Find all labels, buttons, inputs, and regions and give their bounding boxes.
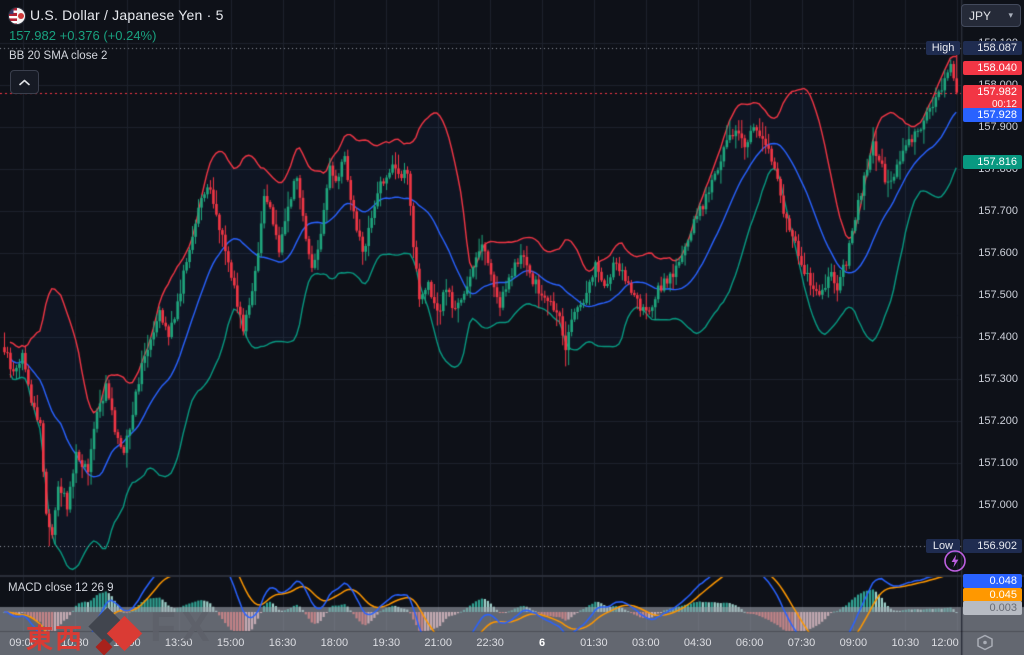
price-tick: 157.200 — [962, 415, 1018, 427]
bb-lower-badge: 157.816 — [963, 155, 1022, 169]
price-tick: 157.400 — [962, 331, 1018, 343]
bb-upper-badge: 158.040 — [963, 61, 1022, 75]
price-tick: 157.000 — [962, 499, 1018, 511]
price-tick: 157.600 — [962, 247, 1018, 259]
macd-indicator-label[interactable]: MACD close 12 26 9 — [8, 582, 113, 594]
price-tick: 157.300 — [962, 373, 1018, 385]
high-label-badge: High — [926, 41, 960, 55]
price-tick: 157.900 — [962, 121, 1018, 133]
macd-value-badge: 0.003 — [963, 601, 1022, 615]
currency-dropdown-value: JPY — [969, 9, 991, 23]
high-value-badge: 158.087 — [963, 41, 1022, 55]
pane-collapse-button[interactable] — [10, 70, 39, 94]
currency-dropdown[interactable]: JPY ▾ — [961, 4, 1021, 27]
bb-indicator-label[interactable]: BB 20 SMA close 2 — [9, 50, 107, 62]
chevron-up-icon — [19, 79, 30, 86]
price-change-text: 157.982 +0.376 (+0.24%) — [9, 28, 156, 43]
low-value-badge: 156.902 — [963, 539, 1022, 553]
price-tick: 157.700 — [962, 205, 1018, 217]
price-tick: 157.100 — [962, 457, 1018, 469]
chevron-down-icon: ▾ — [1008, 10, 1013, 21]
timezone-settings-icon[interactable] — [974, 633, 996, 653]
symbol-title[interactable]: U.S. Dollar / Japanese Yen · 5 — [30, 7, 224, 23]
chart-canvas[interactable] — [0, 0, 1024, 655]
usdjpy-flag-icon — [8, 7, 26, 25]
flash-order-icon[interactable] — [943, 549, 967, 573]
trading-chart-app: U.S. Dollar / Japanese Yen · 5 157.982 +… — [0, 0, 1024, 655]
macd-value-badge: 0.045 — [963, 588, 1022, 602]
macd-value-badge: 0.048 — [963, 574, 1022, 588]
sma-value-badge: 157.928 — [963, 108, 1022, 122]
price-tick: 157.500 — [962, 289, 1018, 301]
price-scale[interactable]: 158.100158.000157.900157.800157.700157.6… — [962, 0, 1024, 655]
